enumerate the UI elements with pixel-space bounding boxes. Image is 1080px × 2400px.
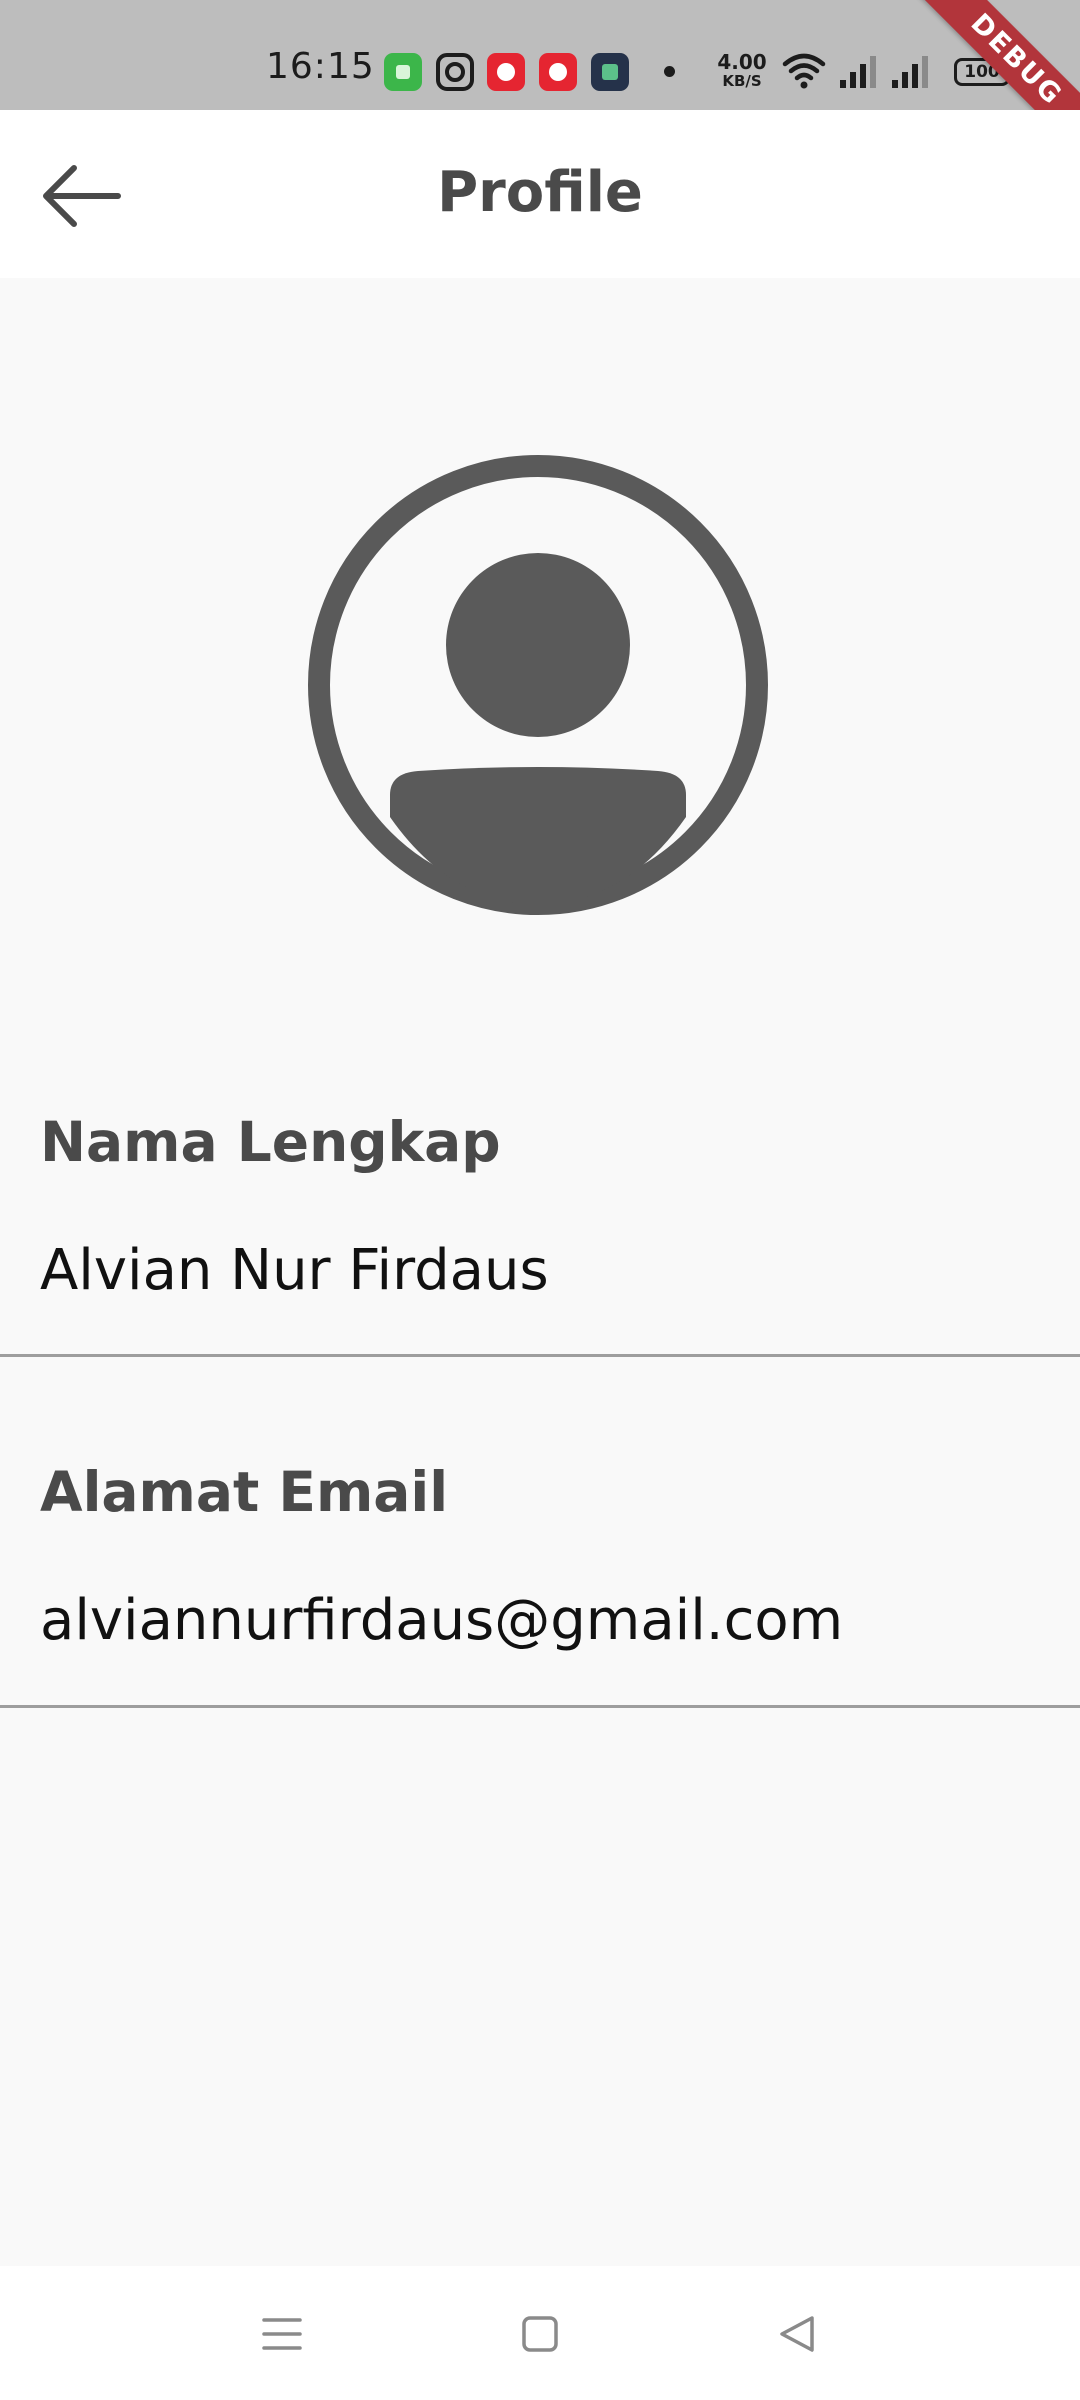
opera-icon bbox=[539, 53, 577, 91]
network-speed-value: 4.00 bbox=[717, 50, 767, 74]
status-time: 16:15 bbox=[266, 46, 375, 87]
network-speed: 4.00 KB/S bbox=[712, 52, 772, 89]
recent-apps-button[interactable] bbox=[252, 2306, 312, 2362]
app-red-icon bbox=[487, 53, 525, 91]
network-speed-unit: KB/S bbox=[722, 72, 762, 90]
signal-icon bbox=[892, 56, 928, 88]
app-green-icon bbox=[384, 53, 422, 91]
system-back-button[interactable] bbox=[768, 2306, 828, 2362]
full-name-field: Nama Lengkap Alvian Nur Firdaus bbox=[0, 1080, 1080, 1357]
account-circle-icon bbox=[308, 455, 768, 915]
signal-icon bbox=[840, 56, 876, 88]
notification-dot bbox=[664, 66, 675, 77]
wifi-icon bbox=[782, 53, 826, 89]
instagram-icon bbox=[436, 53, 474, 91]
email-field: Alamat Email alviannurfirdaus@gmail.com bbox=[0, 1430, 1080, 1708]
full-name-label: Nama Lengkap bbox=[40, 1110, 501, 1174]
page-title: Profile bbox=[437, 160, 643, 225]
screen: 16:15 4.00 KB/S 100 DEBUG Profile Nama L… bbox=[0, 0, 1080, 2400]
home-button[interactable] bbox=[510, 2306, 570, 2362]
home-square-icon bbox=[522, 2316, 558, 2352]
email-label: Alamat Email bbox=[40, 1460, 449, 1524]
app-bar: Profile bbox=[0, 110, 1080, 278]
back-triangle-icon bbox=[780, 2316, 814, 2352]
full-name-value: Alvian Nur Firdaus bbox=[40, 1238, 549, 1303]
menu-icon bbox=[262, 2318, 302, 2350]
system-nav-bar bbox=[0, 2266, 1080, 2400]
status-bar: 16:15 4.00 KB/S 100 DEBUG bbox=[0, 0, 1080, 182]
app-dark-icon bbox=[591, 53, 629, 91]
email-value: alviannurfirdaus@gmail.com bbox=[40, 1588, 844, 1653]
